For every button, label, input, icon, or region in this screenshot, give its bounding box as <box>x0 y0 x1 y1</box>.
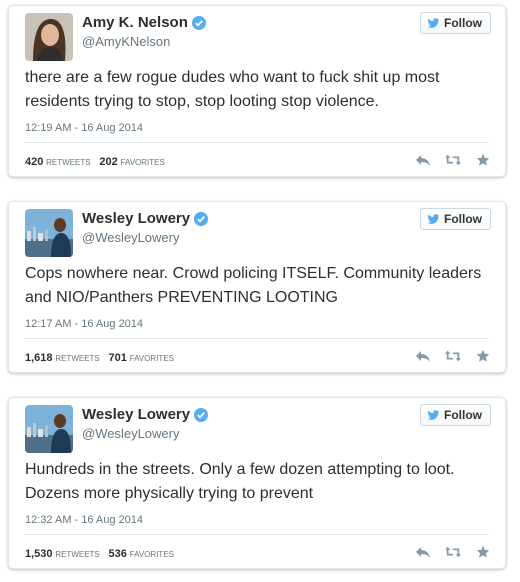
verified-icon <box>194 211 209 226</box>
tweet-card: Amy K. Nelson @AmyKNelson Follow there a… <box>8 5 506 177</box>
tweet-actions <box>415 153 491 167</box>
follow-label: Follow <box>444 16 482 30</box>
tweet-timestamp[interactable]: 12:19 AM - 16 Aug 2014 <box>25 122 143 134</box>
reply-icon[interactable] <box>415 349 431 363</box>
retweet-icon[interactable] <box>445 349 461 363</box>
tweet-text: Cops nowhere near. Crowd policing ITSELF… <box>25 265 482 306</box>
favorites-label: FAVORITES <box>129 354 174 363</box>
follow-label: Follow <box>444 212 482 226</box>
tweet-card: Wesley Lowery @WesleyLowery Follow Cops … <box>8 201 506 373</box>
author-handle[interactable]: @AmyKNelson <box>82 34 170 49</box>
author-name-text[interactable]: Amy K. Nelson <box>82 14 188 31</box>
retweet-count[interactable]: 1,530 <box>25 548 53 560</box>
tweet-card: Wesley Lowery @WesleyLowery Follow Hundr… <box>8 397 506 569</box>
retweet-count[interactable]: 1,618 <box>25 352 53 364</box>
reply-icon[interactable] <box>415 545 431 559</box>
divider <box>25 534 489 535</box>
divider <box>25 338 489 339</box>
retweets-label: RETWEETS <box>46 158 91 167</box>
retweet-icon[interactable] <box>445 545 461 559</box>
tweet-actions <box>415 349 491 363</box>
favorite-count[interactable]: 701 <box>109 352 127 364</box>
favorite-star-icon[interactable] <box>475 349 491 363</box>
favorite-count[interactable]: 202 <box>99 156 117 168</box>
author-name[interactable]: Wesley Lowery <box>82 210 209 227</box>
twitter-bird-icon <box>427 213 440 224</box>
verified-icon <box>194 407 209 422</box>
tweet-text: Hundreds in the streets. Only a few doze… <box>25 461 455 502</box>
favorite-count[interactable]: 536 <box>109 548 127 560</box>
divider <box>25 142 489 143</box>
favorite-star-icon[interactable] <box>475 545 491 559</box>
tweet-timestamp[interactable]: 12:17 AM - 16 Aug 2014 <box>25 318 143 330</box>
author-name[interactable]: Amy K. Nelson <box>82 14 206 31</box>
favorite-star-icon[interactable] <box>475 153 491 167</box>
author-name[interactable]: Wesley Lowery <box>82 406 209 423</box>
tweet-stats: 1,530 RETWEETS 536 FAVORITES <box>25 548 180 560</box>
follow-button[interactable]: Follow <box>420 208 491 230</box>
follow-button[interactable]: Follow <box>420 404 491 426</box>
follow-button[interactable]: Follow <box>420 12 491 34</box>
tweet-stats: 420 RETWEETS 202 FAVORITES <box>25 156 171 168</box>
tweet-timestamp[interactable]: 12:32 AM - 16 Aug 2014 <box>25 514 143 526</box>
retweets-label: RETWEETS <box>55 550 100 559</box>
author-name-text[interactable]: Wesley Lowery <box>82 210 190 227</box>
retweet-icon[interactable] <box>445 153 461 167</box>
reply-icon[interactable] <box>415 153 431 167</box>
avatar[interactable] <box>25 209 73 257</box>
follow-label: Follow <box>444 408 482 422</box>
retweet-count[interactable]: 420 <box>25 156 43 168</box>
favorites-label: FAVORITES <box>120 158 165 167</box>
retweets-label: RETWEETS <box>55 354 100 363</box>
tweet-actions <box>415 545 491 559</box>
tweet-stats: 1,618 RETWEETS 701 FAVORITES <box>25 352 180 364</box>
author-handle[interactable]: @WesleyLowery <box>82 426 180 441</box>
twitter-bird-icon <box>427 409 440 420</box>
twitter-bird-icon <box>427 17 440 28</box>
verified-icon <box>191 15 206 30</box>
avatar[interactable] <box>25 405 73 453</box>
favorites-label: FAVORITES <box>129 550 174 559</box>
author-handle[interactable]: @WesleyLowery <box>82 230 180 245</box>
avatar[interactable] <box>25 13 73 61</box>
tweet-text: there are a few rogue dudes who want to … <box>25 69 440 110</box>
author-name-text[interactable]: Wesley Lowery <box>82 406 190 423</box>
